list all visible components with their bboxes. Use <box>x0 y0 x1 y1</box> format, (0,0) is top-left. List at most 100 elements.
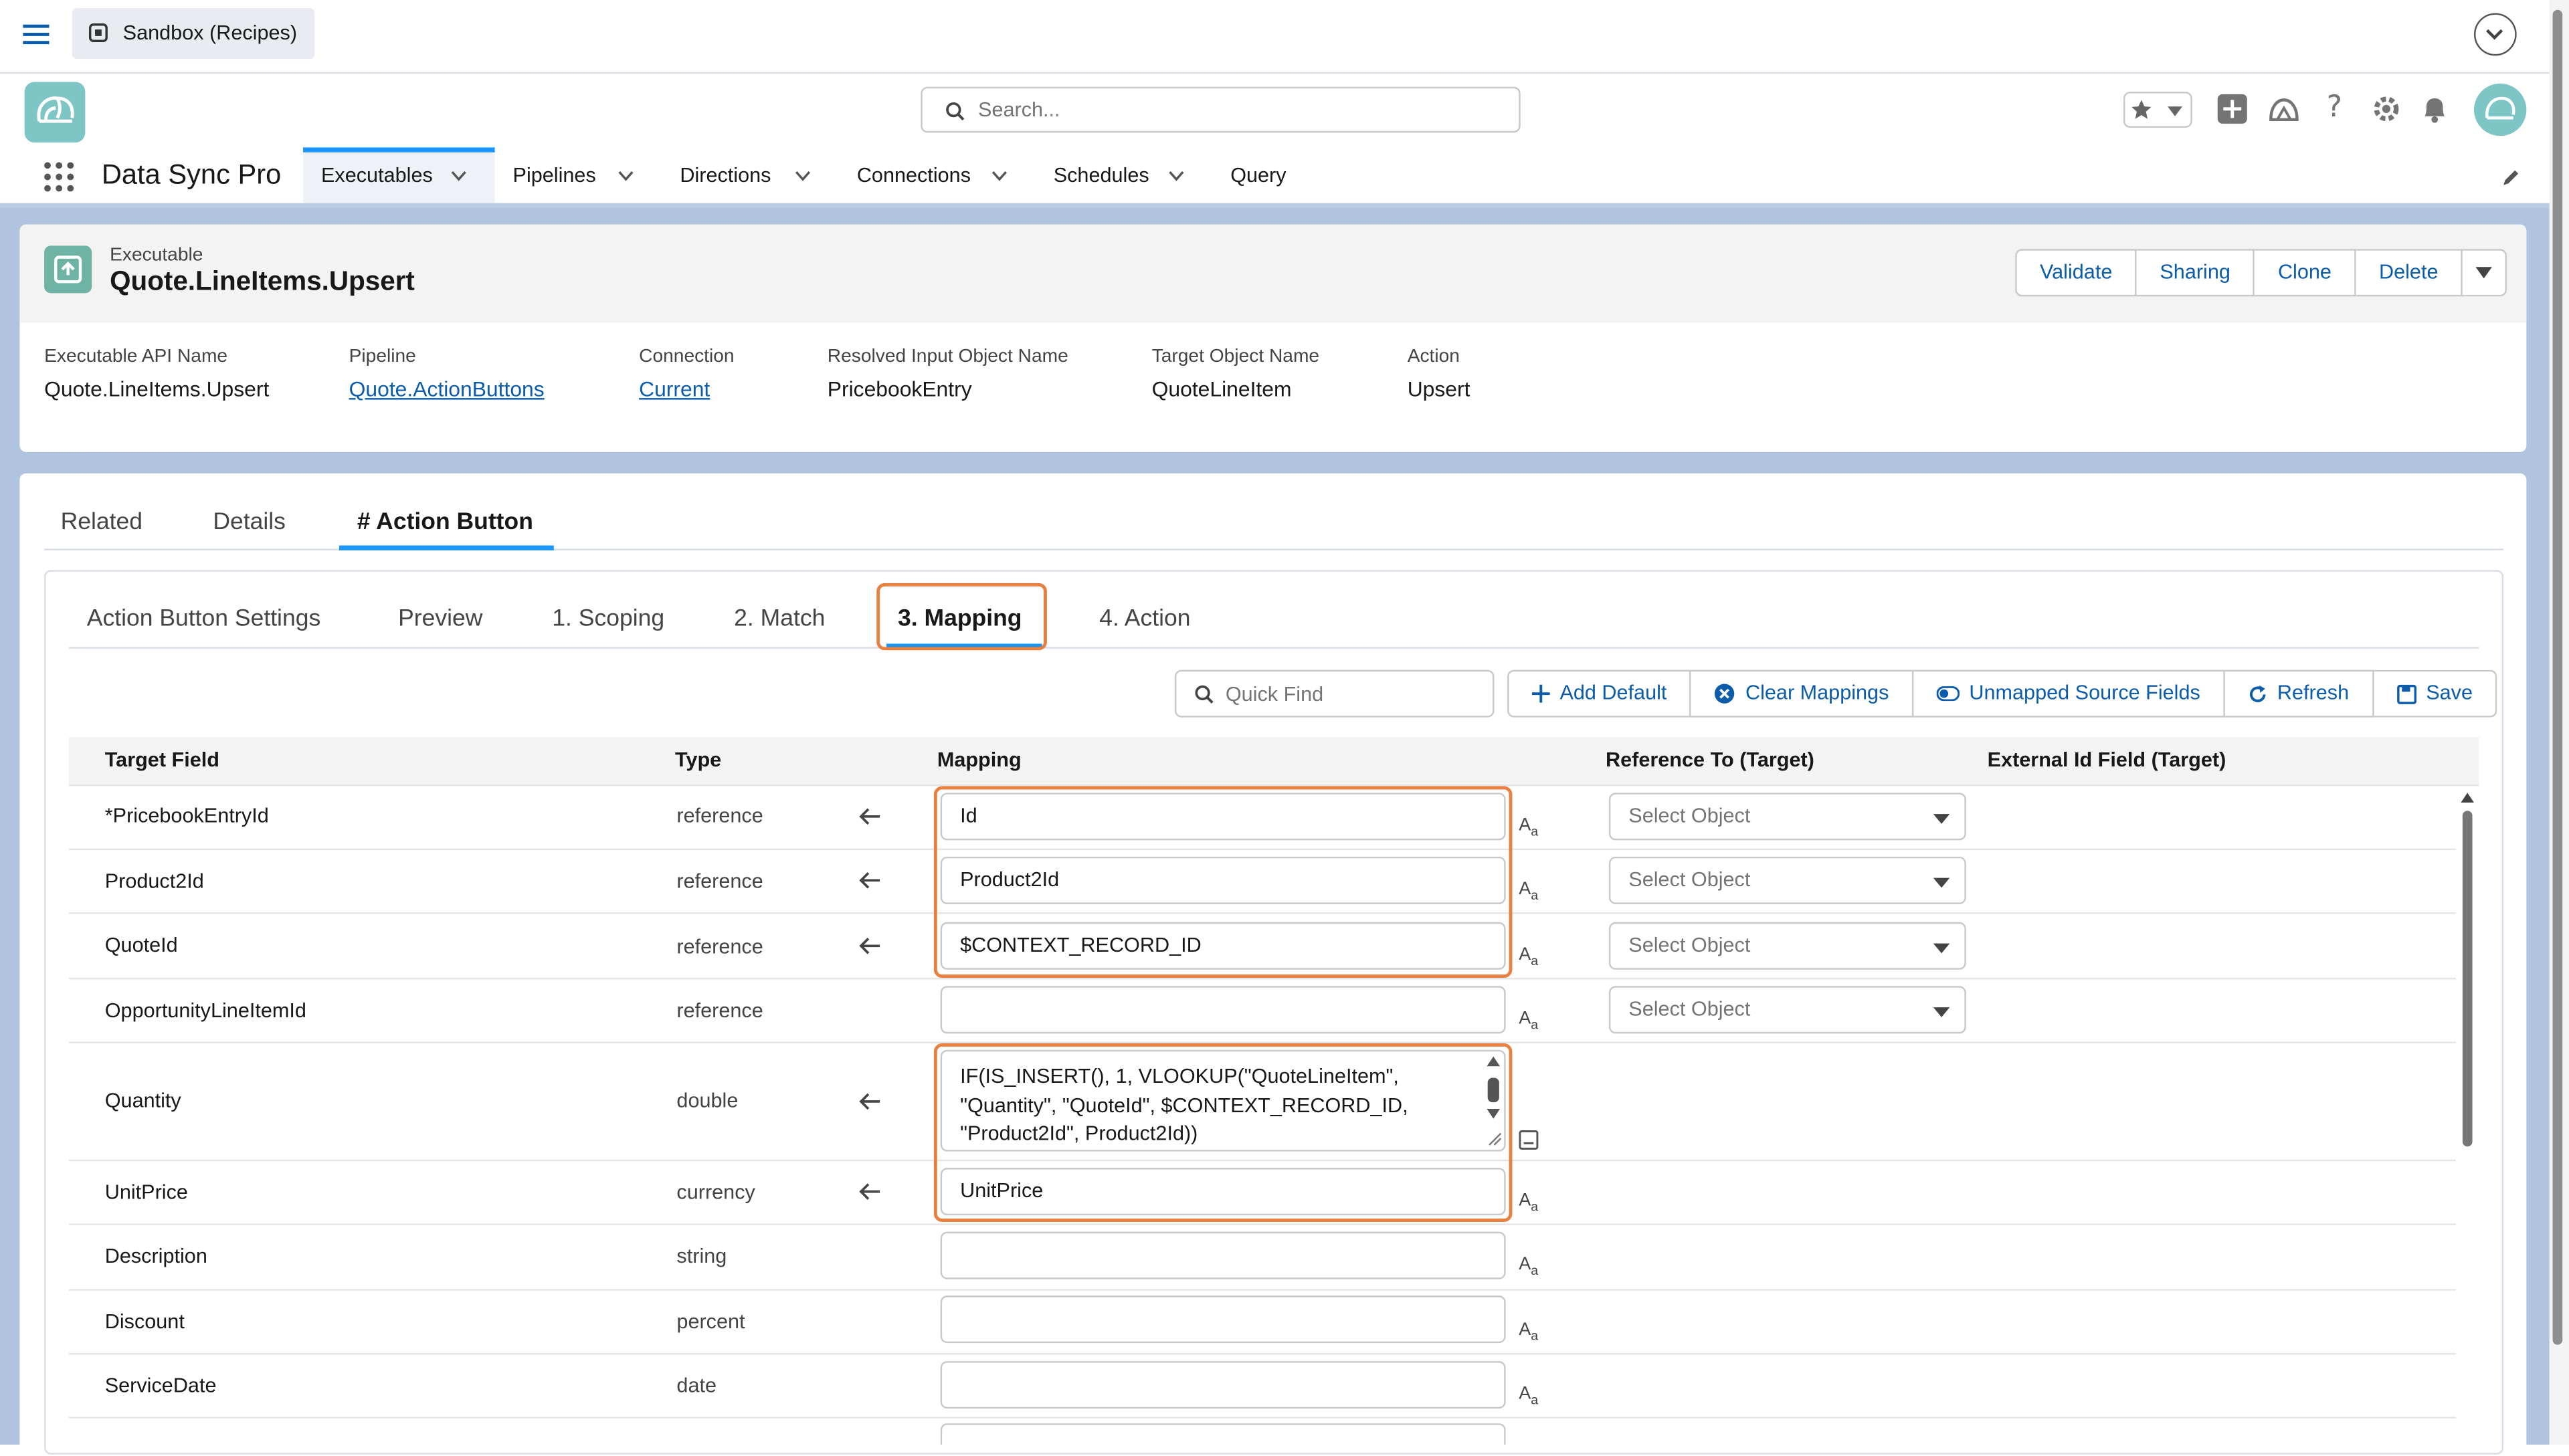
text-format-icon[interactable]: Aa <box>1519 1255 1538 1278</box>
app-launcher-icon[interactable] <box>43 161 76 193</box>
subtab-action[interactable]: 4. Action <box>1099 606 1190 632</box>
page-scrollbar-thumb[interactable] <box>2552 9 2563 1345</box>
arrow-left-icon <box>859 1183 880 1200</box>
column-header-external-id[interactable]: External Id Field (Target) <box>1988 748 2226 771</box>
plus-icon <box>1531 684 1550 703</box>
unmapped-source-fields-button[interactable]: Unmapped Source Fields <box>1913 669 2225 718</box>
clear-mappings-button[interactable]: Clear Mappings <box>1691 669 1914 718</box>
refresh-icon <box>2249 684 2266 702</box>
field-value-target-object: QuoteLineItem <box>1151 377 1292 402</box>
arrow-left-icon <box>859 808 880 825</box>
target-field-name: ServiceDate <box>104 1374 217 1397</box>
nav-tab-connections[interactable]: Connections <box>857 164 971 187</box>
top-dropdown-button[interactable] <box>2473 13 2517 56</box>
search-icon <box>946 102 965 121</box>
nav-tab-query[interactable]: Query <box>1230 164 1286 187</box>
global-search[interactable]: Search... <box>921 86 1521 133</box>
reference-object-select[interactable]: Select Object <box>1608 986 1966 1034</box>
text-format-icon[interactable]: Aa <box>1519 945 1538 968</box>
dropdown-arrow-icon <box>1933 1007 1950 1017</box>
user-avatar-icon <box>2485 96 2515 120</box>
expand-editor-icon[interactable] <box>1519 1130 1539 1150</box>
target-field-name: Quantity <box>104 1089 181 1112</box>
chevron-down-icon <box>2475 267 2493 279</box>
help-icon[interactable]: ? <box>2327 90 2342 124</box>
quick-find-input[interactable]: Quick Find <box>1174 669 1495 718</box>
mapping-highlight-group-1 <box>933 786 1513 978</box>
chevron-down-icon[interactable] <box>450 171 466 182</box>
reference-object-select[interactable]: Select Object <box>1608 793 1966 841</box>
trailhead-icon[interactable] <box>2267 94 2300 125</box>
mapping-input[interactable] <box>940 1295 1506 1344</box>
validate-button[interactable]: Validate <box>2015 249 2137 297</box>
save-button[interactable]: Save <box>2373 669 2497 718</box>
sharing-button[interactable]: Sharing <box>2137 249 2255 297</box>
subtab-scoping[interactable]: 1. Scoping <box>552 606 664 632</box>
target-field-name: Discount <box>104 1310 185 1334</box>
tab-action-button[interactable]: # Action Button <box>357 510 533 536</box>
text-format-icon[interactable]: Aa <box>1519 1009 1538 1033</box>
chevron-down-icon <box>2486 29 2503 40</box>
chevron-down-icon[interactable] <box>991 171 1008 182</box>
chevron-down-icon[interactable] <box>795 171 811 182</box>
column-header-target-field[interactable]: Target Field <box>105 748 219 771</box>
more-actions-button[interactable] <box>2463 249 2507 297</box>
clone-button[interactable]: Clone <box>2255 249 2356 297</box>
add-default-label: Add Default <box>1559 681 1667 705</box>
field-type: percent <box>676 1310 745 1334</box>
nav-tab-executables[interactable]: Executables <box>321 164 433 187</box>
mapping-tab-highlight <box>876 583 1047 651</box>
chevron-down-icon[interactable] <box>617 171 634 182</box>
mapping-input-partial[interactable] <box>940 1423 1506 1445</box>
tab-details[interactable]: Details <box>213 510 286 536</box>
mapping-input[interactable] <box>940 1361 1506 1409</box>
reference-object-select-label: Select Object <box>1628 933 1751 957</box>
column-header-type[interactable]: Type <box>675 748 721 771</box>
table-scrollbar[interactable] <box>2459 789 2475 1445</box>
column-header-mapping[interactable]: Mapping <box>937 748 1022 771</box>
field-type: string <box>676 1245 727 1268</box>
chevron-down-icon[interactable] <box>1168 171 1184 182</box>
gear-icon[interactable] <box>2371 94 2402 125</box>
text-format-icon[interactable]: Aa <box>1519 1320 1538 1344</box>
text-format-icon[interactable]: Aa <box>1519 816 1538 839</box>
nav-tab-schedules[interactable]: Schedules <box>1054 164 1149 187</box>
refresh-label: Refresh <box>2277 681 2350 705</box>
field-type: reference <box>676 935 763 958</box>
favorites-button[interactable] <box>2123 92 2192 128</box>
mapping-input[interactable] <box>940 986 1506 1034</box>
nav-tab-directions[interactable]: Directions <box>680 164 771 187</box>
subtab-action-button-settings[interactable]: Action Button Settings <box>87 606 320 632</box>
field-label-action: Action <box>1407 347 1460 367</box>
connection-link[interactable]: Current <box>639 377 710 401</box>
target-field-name: Product2Id <box>104 869 204 893</box>
toggle-icon <box>1936 686 1960 702</box>
reference-object-select[interactable]: Select Object <box>1608 922 1966 970</box>
text-format-icon[interactable]: Aa <box>1519 879 1538 903</box>
org-logo[interactable] <box>24 82 86 143</box>
menu-icon[interactable] <box>23 23 50 45</box>
subtabs-divider <box>68 647 2479 649</box>
text-format-icon[interactable]: Aa <box>1519 1190 1538 1214</box>
pipeline-link[interactable]: Quote.ActionButtons <box>349 377 545 401</box>
record-title: Quote.LineItems.Upsert <box>110 267 415 297</box>
reference-object-select[interactable]: Select Object <box>1608 856 1966 904</box>
sandbox-badge[interactable]: Sandbox (Recipes) <box>72 8 315 60</box>
delete-button[interactable]: Delete <box>2356 249 2463 297</box>
mapping-input[interactable] <box>940 1231 1506 1279</box>
nav-tab-pipelines[interactable]: Pipelines <box>513 164 596 187</box>
bell-icon[interactable] <box>2420 94 2449 125</box>
column-header-reference-to[interactable]: Reference To (Target) <box>1606 748 1814 771</box>
avatar[interactable] <box>2473 83 2527 136</box>
tab-related[interactable]: Related <box>61 510 142 536</box>
subtab-preview[interactable]: Preview <box>398 606 482 632</box>
add-default-button[interactable]: Add Default <box>1507 669 1692 718</box>
subtab-match[interactable]: 2. Match <box>734 606 825 632</box>
field-label-input-object: Resolved Input Object Name <box>827 347 1068 367</box>
target-field-name: *PricebookEntryId <box>104 804 269 827</box>
add-icon[interactable] <box>2216 94 2248 125</box>
edit-pencil-icon[interactable] <box>2502 167 2522 187</box>
text-format-icon[interactable]: Aa <box>1519 1384 1538 1407</box>
refresh-button[interactable]: Refresh <box>2224 669 2374 718</box>
reference-object-select-label: Select Object <box>1628 804 1751 827</box>
